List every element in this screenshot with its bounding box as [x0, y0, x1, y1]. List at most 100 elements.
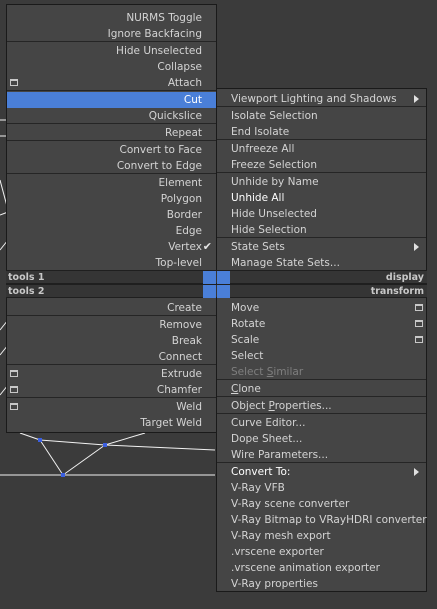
- menu-item-remove[interactable]: Remove: [7, 317, 216, 333]
- menu-item-v-ray-vfb[interactable]: V-Ray VFB: [217, 480, 426, 496]
- menu-item-repeat[interactable]: Repeat: [7, 125, 216, 141]
- menu-item-label: Connect: [158, 351, 202, 363]
- menu-item-label: Freeze Selection: [231, 159, 317, 171]
- menu-item-viewport-lighting-and-shadows[interactable]: Viewport Lighting and Shadows: [217, 91, 426, 107]
- settings-box-icon[interactable]: [415, 304, 423, 311]
- menu-item-label: V-Ray VFB: [231, 482, 285, 494]
- menu-item-clone[interactable]: Clone: [217, 381, 426, 397]
- quad-label-tools2: tools 2: [8, 286, 45, 297]
- menu-item-ignore-backfacing[interactable]: Ignore Backfacing: [7, 26, 216, 42]
- menu-item-freeze-selection[interactable]: Freeze Selection: [217, 157, 426, 173]
- menu-item-select[interactable]: Select: [217, 348, 426, 364]
- menu-item-polygon[interactable]: Polygon: [7, 191, 216, 207]
- menu-item-label: Hide Selection: [231, 224, 307, 236]
- menu-item-label: .vrscene exporter: [231, 546, 324, 558]
- menu-item-label: Extrude: [160, 368, 202, 380]
- menu-item-unfreeze-all[interactable]: Unfreeze All: [217, 141, 426, 157]
- menu-item-vrscene-exporter[interactable]: .vrscene exporter: [217, 544, 426, 560]
- menu-item-border[interactable]: Border: [7, 207, 216, 223]
- menu-separator: [217, 413, 426, 414]
- menu-item-vrscene-animation-exporter[interactable]: .vrscene animation exporter: [217, 560, 426, 576]
- menu-item-dope-sheet[interactable]: Dope Sheet...: [217, 431, 426, 447]
- quad-label-transform: transform: [370, 286, 424, 297]
- menu-separator: [217, 396, 426, 397]
- settings-box-icon[interactable]: [10, 386, 18, 393]
- menu-item-vertex[interactable]: Vertex ✔: [7, 239, 216, 255]
- menu-item-label: V-Ray Bitmap to VRayHDRI converter: [231, 514, 427, 526]
- settings-box-icon[interactable]: [415, 336, 423, 343]
- menu-item-label: Hide Unselected: [116, 45, 202, 57]
- menu-item-element[interactable]: Element: [7, 175, 216, 191]
- menu-item-target-weld[interactable]: Target Weld: [7, 415, 216, 431]
- menu-item-create[interactable]: Create: [7, 300, 216, 316]
- menu-item-label: Rotate: [231, 318, 266, 330]
- menu-item-label: Object Properties...: [231, 400, 332, 412]
- menu-item-hide-unselected[interactable]: Hide Unselected: [7, 43, 216, 59]
- menu-item-hide-selection[interactable]: Hide Selection: [217, 222, 426, 238]
- menu-item-label: Quickslice: [148, 110, 202, 122]
- menu-item-state-sets[interactable]: State Sets: [217, 239, 426, 255]
- menu-item-object-properties[interactable]: Object Properties...: [217, 398, 426, 414]
- menu-item-extrude[interactable]: Extrude: [7, 366, 216, 382]
- menu-item-label: Remove: [159, 319, 202, 331]
- menu-item-label: Hide Unselected: [231, 208, 317, 220]
- menu-item-end-isolate[interactable]: End Isolate: [217, 124, 426, 140]
- menu-item-v-ray-mesh-export[interactable]: V-Ray mesh export: [217, 528, 426, 544]
- menu-item-hide-unselected[interactable]: Hide Unselected: [217, 206, 426, 222]
- menu-item-label: Unhide by Name: [231, 176, 319, 188]
- menu-item-convert-to-edge[interactable]: Convert to Edge: [7, 158, 216, 174]
- menu-item-label: Repeat: [165, 127, 202, 139]
- menu-item-manage-state-sets[interactable]: Manage State Sets...: [217, 255, 426, 271]
- menu-separator: [217, 106, 426, 107]
- quad-label-display: display: [385, 272, 424, 283]
- menu-item-label: .vrscene animation exporter: [231, 562, 380, 574]
- menu-item-collapse[interactable]: Collapse: [7, 59, 216, 75]
- menu-item-break[interactable]: Break: [7, 333, 216, 349]
- menu-item-isolate-selection[interactable]: Isolate Selection: [217, 108, 426, 124]
- menu-item-unhide-all[interactable]: Unhide All: [217, 190, 426, 206]
- settings-box-icon[interactable]: [10, 79, 18, 86]
- menu-item-wire-parameters[interactable]: Wire Parameters...: [217, 447, 426, 463]
- menu-item-label: Manage State Sets...: [231, 257, 340, 269]
- menu-item-connect[interactable]: Connect: [7, 349, 216, 365]
- settings-box-icon[interactable]: [415, 320, 423, 327]
- menu-item-top-level[interactable]: Top-level: [7, 255, 216, 271]
- submenu-arrow-icon: [414, 95, 419, 103]
- quad-selector-top-left[interactable]: [203, 271, 216, 284]
- menu-item-nurms-toggle[interactable]: NURMS Toggle: [7, 10, 216, 26]
- menu-item-attach[interactable]: Attach: [7, 75, 216, 91]
- menu-item-v-ray-scene-converter[interactable]: V-Ray scene converter: [217, 496, 426, 512]
- quad-selector-top-right[interactable]: [217, 271, 230, 284]
- settings-box-icon[interactable]: [10, 403, 18, 410]
- menu-item-chamfer[interactable]: Chamfer: [7, 382, 216, 398]
- menu-separator: [7, 41, 216, 42]
- menu-separator: [7, 397, 216, 398]
- settings-box-icon[interactable]: [10, 370, 18, 377]
- menu-item-v-ray-bitmap-to-vrayhdri-converter[interactable]: V-Ray Bitmap to VRayHDRI converter: [217, 512, 427, 528]
- menu-item-weld[interactable]: Weld: [7, 399, 216, 415]
- menu-item-label: Break: [171, 335, 202, 347]
- quad-selector-bottom-left[interactable]: [203, 285, 216, 298]
- menu-item-label: Wire Parameters...: [231, 449, 329, 461]
- menu-item-label: V-Ray mesh export: [231, 530, 331, 542]
- menu-item-edge[interactable]: Edge: [7, 223, 216, 239]
- menu-item-convert-to[interactable]: Convert To:: [217, 464, 426, 480]
- menu-item-unhide-by-name[interactable]: Unhide by Name: [217, 174, 426, 190]
- menu-item-rotate[interactable]: Rotate: [217, 316, 426, 332]
- menu-item-quickslice[interactable]: Quickslice: [7, 108, 216, 124]
- menu-item-label: Top-level: [155, 257, 202, 269]
- quad-selector-bottom-right[interactable]: [217, 285, 230, 298]
- menu-item-label: Select Similar: [231, 366, 304, 378]
- menu-item-label: NURMS Toggle: [126, 12, 202, 24]
- menu-item-label: Unhide All: [231, 192, 285, 204]
- menu-item-label: Collapse: [157, 61, 202, 73]
- menu-item-scale[interactable]: Scale: [217, 332, 426, 348]
- menu-item-convert-to-face[interactable]: Convert to Face: [7, 142, 216, 158]
- menu-item-move[interactable]: Move: [217, 300, 426, 316]
- menu-item-label: Curve Editor...: [231, 417, 306, 429]
- menu-item-cut[interactable]: Cut: [7, 92, 216, 108]
- menu-item-v-ray-properties[interactable]: V-Ray properties: [217, 576, 426, 592]
- menu-item-curve-editor[interactable]: Curve Editor...: [217, 415, 426, 431]
- menu-item-label: Vertex: [168, 241, 202, 253]
- menu-item-label: Clone: [231, 383, 261, 395]
